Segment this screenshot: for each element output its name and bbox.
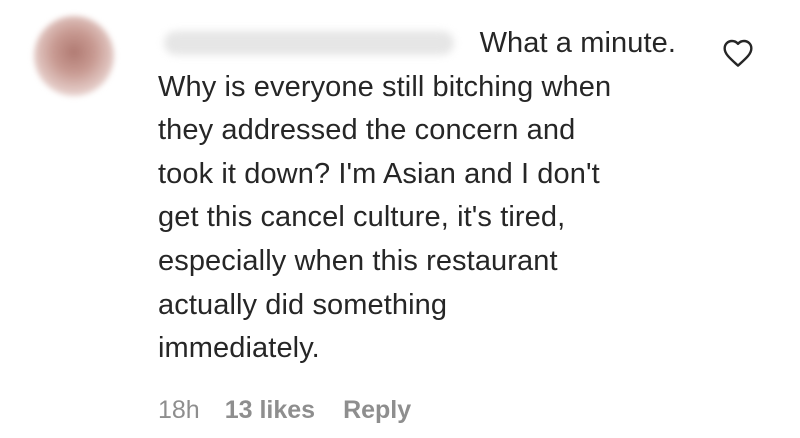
comment-first-line: What a minute.	[158, 22, 698, 66]
username[interactable]	[164, 31, 454, 55]
comment-body: What a minute. Why is everyone still bit…	[158, 22, 698, 371]
comment-line: get this cancel culture, it's tired,	[158, 201, 566, 234]
comment-line: What a minute.	[479, 27, 676, 59]
comment-line: took it down? I'm Asian and I don't	[158, 157, 600, 190]
comment-line: Why is everyone still bitching when	[158, 70, 612, 103]
reply-button[interactable]: Reply	[343, 396, 411, 425]
comment-line: immediately.	[158, 332, 320, 365]
comment-line: they addressed the concern and	[158, 114, 576, 147]
likes-count-button[interactable]: 13 likes	[225, 396, 315, 425]
timestamp[interactable]: 18h	[158, 396, 200, 425]
avatar[interactable]	[34, 16, 114, 96]
heart-icon[interactable]	[722, 38, 754, 68]
comment-meta: 18h 13 likes Reply	[158, 396, 411, 425]
comment-line: especially when this restaurant	[158, 244, 558, 277]
comment-line: actually did something	[158, 288, 448, 321]
